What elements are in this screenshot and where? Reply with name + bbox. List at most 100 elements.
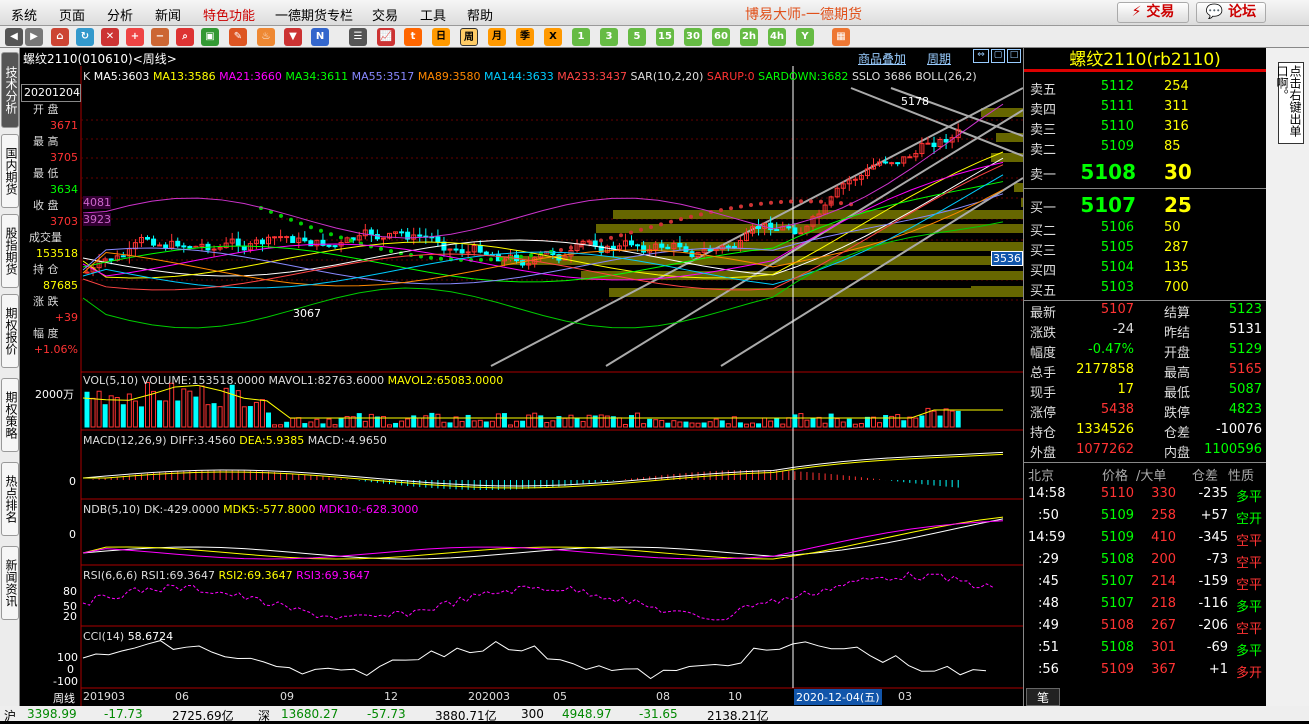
period-quarter[interactable]: 季 (516, 28, 534, 46)
period-60min[interactable]: 60 (712, 28, 730, 46)
book-row[interactable]: 卖三 5110 316 (1024, 119, 1266, 139)
period-day[interactable]: 日 (432, 28, 450, 46)
line-chart-icon[interactable]: 📈 (377, 28, 395, 46)
tab-hot-ranking[interactable]: 热点排名 (1, 462, 19, 536)
volume-bar (247, 406, 253, 428)
volume-bar (181, 388, 187, 428)
ndb-axis-label: 0 (69, 528, 76, 541)
volume-bar (568, 414, 574, 428)
info-high-label: 最 高 (33, 135, 59, 148)
new-icon[interactable]: N (311, 28, 329, 46)
book-row[interactable]: 买五 5103 700 (1024, 280, 1266, 300)
candle-body (120, 255, 126, 258)
sar-dot (309, 225, 313, 230)
volume-bar (332, 424, 338, 428)
book-row[interactable]: 卖四 5111 311 (1024, 99, 1266, 119)
menu-features[interactable]: 特色功能 (203, 5, 255, 24)
window-icon[interactable]: ▣ (201, 28, 219, 46)
period-week[interactable]: 周 (460, 28, 478, 46)
volume-bar (514, 420, 520, 428)
sar-dot (719, 208, 723, 213)
book-row[interactable]: 卖一 5108 30 (1024, 160, 1266, 186)
zoom-in-icon[interactable]: + (126, 28, 144, 46)
right-click-hint[interactable]: 点击右键出单口啊。 (1275, 62, 1304, 144)
book-label: 买二 (1030, 224, 1057, 239)
book-row[interactable]: 买三 5105 287 (1024, 240, 1266, 260)
menu-news[interactable]: 新闻 (155, 5, 181, 24)
stat-label: 开盘 (1164, 346, 1191, 361)
tick-cell: -69 (1206, 640, 1228, 655)
draw-pen-icon[interactable]: ✎ (229, 28, 247, 46)
volume-bar (822, 422, 828, 428)
refresh-icon[interactable]: ↻ (76, 28, 94, 46)
tab-index-futures[interactable]: 股指期货 (1, 214, 19, 288)
volume-bar (266, 412, 271, 428)
volume-axis-label: 2000万 (35, 388, 74, 401)
book-row[interactable]: 买一 5107 25 (1024, 193, 1266, 219)
filter-icon[interactable]: ▼ (284, 28, 302, 46)
chart-area[interactable]: 螺纹2110(010610)<周线> 商品叠加 周期 ⇔ ▢ □ K MA5:3… (21, 48, 1023, 706)
sar-dot (409, 252, 413, 257)
sar-dot (329, 232, 333, 237)
tab-option-strategy[interactable]: 期权策略 (1, 378, 19, 452)
home-icon[interactable]: ⌂ (51, 28, 69, 46)
rsi-axis-20: 20 (63, 610, 77, 623)
menu-column[interactable]: 一德期货专栏 (275, 5, 353, 24)
back-icon[interactable]: ◀ (5, 28, 23, 46)
volume-bar (756, 423, 762, 428)
tick-cell: 空平 (1236, 534, 1263, 549)
zoom-out-icon[interactable]: − (151, 28, 169, 46)
period-30min[interactable]: 30 (684, 28, 702, 46)
period-4h[interactable]: 4h (768, 28, 786, 46)
period-button[interactable]: 周期 (927, 50, 951, 67)
volume-bar (205, 404, 211, 428)
menu-analysis[interactable]: 分析 (107, 5, 133, 24)
restore-icon[interactable]: ▢ (991, 49, 1005, 63)
menu-tools[interactable]: 工具 (420, 5, 446, 24)
tab-technical-analysis[interactable]: 技术分析 (1, 52, 19, 128)
book-row[interactable]: 卖二 5109 85 (1024, 139, 1266, 159)
trade-button[interactable]: ⚡ 交易 (1117, 2, 1189, 23)
period-y[interactable]: Y (796, 28, 814, 46)
period-15min[interactable]: 15 (656, 28, 674, 46)
stat-value: 5165 (1228, 362, 1262, 377)
tab-news[interactable]: 新闻资讯 (1, 546, 19, 620)
menu-system[interactable]: 系统 (11, 5, 37, 24)
tick-icon[interactable]: t (404, 28, 422, 46)
period-1min[interactable]: 1 (572, 28, 590, 46)
stat-row: 涨停 5438 跌停 4823 (1024, 402, 1266, 422)
period-month[interactable]: 月 (488, 28, 506, 46)
status-item: -31.65 (639, 707, 678, 721)
stat-row: 总手 2177858 最高 5165 (1024, 362, 1266, 382)
forum-button[interactable]: 💬 论坛 (1196, 2, 1266, 23)
volume-bar (157, 400, 163, 428)
period-3min[interactable]: 3 (600, 28, 618, 46)
forward-icon[interactable]: ▶ (25, 28, 43, 46)
period-x[interactable]: X (544, 28, 562, 46)
flame-icon[interactable]: ♨ (257, 28, 275, 46)
period-5min[interactable]: 5 (628, 28, 646, 46)
legend-item: RSI(6,6,6) (83, 569, 141, 582)
menu-help[interactable]: 帮助 (467, 5, 493, 24)
menu-trade[interactable]: 交易 (372, 5, 398, 24)
stat-label: 涨停 (1030, 406, 1057, 421)
period-2h[interactable]: 2h (740, 28, 758, 46)
book-row[interactable]: 买四 5104 135 (1024, 260, 1266, 280)
maximize-icon[interactable]: □ (1007, 49, 1021, 63)
overlay-button[interactable]: 商品叠加 (858, 50, 906, 67)
tab-option-quotes[interactable]: 期权报价 (1, 294, 19, 368)
volume-bar (393, 422, 399, 428)
menu-page[interactable]: 页面 (59, 5, 85, 24)
close-view-icon[interactable]: ✕ (101, 28, 119, 46)
status-item: 深 (258, 709, 271, 723)
list-icon[interactable]: ☰ (349, 28, 367, 46)
grid-icon[interactable]: ▦ (832, 28, 850, 46)
left-right-icon[interactable]: ⇔ (973, 49, 989, 63)
tab-domestic-futures[interactable]: 国内期货 (1, 134, 19, 208)
book-row[interactable]: 买二 5106 50 (1024, 220, 1266, 240)
info-close: 3703 (50, 215, 78, 228)
volume-bar (314, 418, 320, 428)
tab-ticks[interactable]: 笔 (1026, 688, 1060, 706)
book-row[interactable]: 卖五 5112 254 (1024, 79, 1266, 99)
search-icon[interactable]: ⌕ (176, 28, 194, 46)
